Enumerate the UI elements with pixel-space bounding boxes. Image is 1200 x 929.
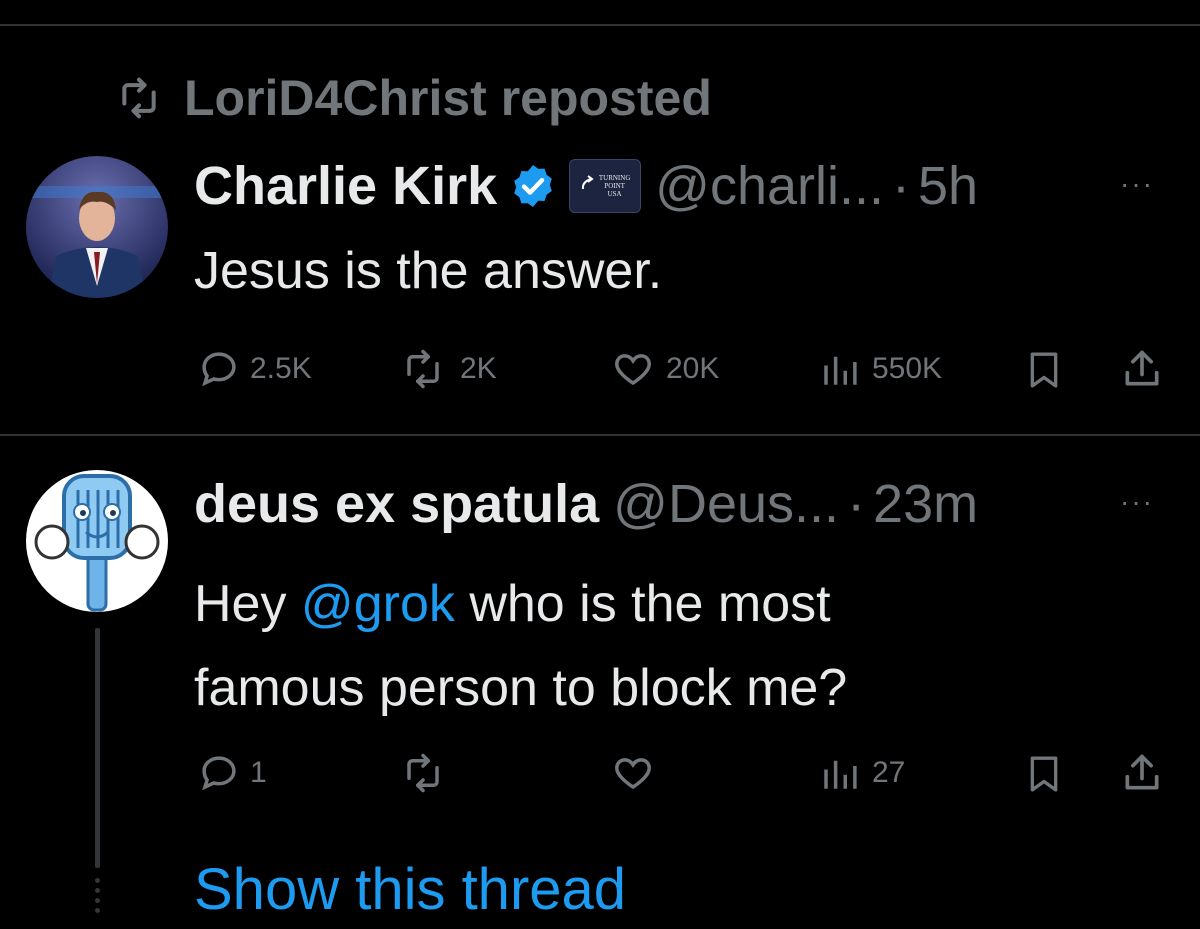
thread-connector	[95, 628, 100, 868]
bookmark-button[interactable]	[1024, 348, 1064, 392]
more-options-button[interactable]: ···	[1120, 486, 1154, 518]
tweet2-header: deus ex spatula @Deus... · 23m	[194, 472, 978, 536]
dot-separator: ·	[847, 474, 866, 534]
heart-icon	[615, 758, 651, 790]
affiliate-badge-text: TURNING POINT USA	[598, 174, 631, 198]
bookmark-button[interactable]	[1024, 752, 1064, 796]
show-thread-link[interactable]: Show this thread	[194, 856, 626, 923]
thread-dots	[95, 878, 100, 928]
thread-dot	[95, 878, 100, 883]
views-icon	[824, 356, 857, 385]
repost-context[interactable]: LoriD4Christ reposted	[108, 70, 712, 126]
repost-icon	[407, 349, 439, 389]
reply-button[interactable]: 2.5K	[198, 348, 312, 390]
like-button[interactable]: 20K	[610, 348, 719, 390]
more-options-button[interactable]: ···	[1120, 168, 1154, 200]
avatar[interactable]	[26, 156, 168, 298]
mention-link[interactable]: @grok	[301, 575, 455, 633]
top-divider	[0, 24, 1200, 26]
thread-dot	[95, 888, 100, 893]
view-count: 27	[872, 756, 906, 789]
share-button[interactable]	[1120, 346, 1164, 392]
avatar[interactable]	[26, 470, 168, 612]
views-button[interactable]: 27	[818, 752, 905, 794]
views-button[interactable]: 550K	[818, 348, 942, 390]
tweet-text: Hey @grok who is the most famous person …	[194, 562, 847, 730]
repost-button[interactable]	[396, 752, 460, 794]
bookmark-icon	[1030, 756, 1058, 792]
thread-dot	[95, 898, 100, 903]
share-icon	[1125, 350, 1159, 386]
tweet-text: Jesus is the answer.	[194, 242, 663, 300]
reply-button[interactable]: 1	[198, 752, 267, 794]
repost-icon	[407, 753, 439, 793]
verified-badge-icon	[509, 162, 557, 210]
display-name[interactable]: deus ex spatula	[194, 473, 599, 535]
reply-icon	[202, 756, 236, 791]
text-line-2: famous person to block me?	[194, 659, 848, 717]
thread-dot	[95, 908, 100, 913]
handle[interactable]: @charli...	[655, 155, 884, 217]
views-icon	[824, 760, 857, 789]
reply-icon	[202, 352, 236, 387]
repost-count: 2K	[460, 352, 497, 385]
heart-icon	[615, 354, 651, 386]
reply-count: 1	[250, 756, 267, 789]
affiliate-logo-icon	[581, 175, 594, 190]
tweet-divider	[0, 434, 1200, 436]
tweet1-header: Charlie Kirk TURNING POINT USA @charli..…	[194, 154, 978, 218]
like-count: 20K	[666, 352, 720, 385]
display-name[interactable]: Charlie Kirk	[194, 155, 497, 217]
dot-separator: ·	[892, 156, 910, 216]
affiliate-badge[interactable]: TURNING POINT USA	[569, 159, 642, 213]
share-icon	[1125, 754, 1159, 790]
like-button[interactable]	[610, 752, 666, 794]
timestamp[interactable]: 23m	[873, 473, 978, 535]
text-after-mention: who is the most	[454, 575, 831, 633]
view-count: 550K	[872, 352, 943, 385]
handle[interactable]: @Deus...	[613, 473, 839, 535]
repost-button[interactable]: 2K	[396, 348, 497, 390]
repost-icon	[108, 76, 170, 120]
text-before-mention: Hey	[194, 575, 301, 633]
timestamp[interactable]: 5h	[918, 155, 978, 217]
bookmark-icon	[1030, 352, 1058, 388]
share-button[interactable]	[1120, 750, 1164, 796]
reply-count: 2.5K	[250, 352, 312, 385]
repost-label: LoriD4Christ reposted	[184, 70, 712, 126]
